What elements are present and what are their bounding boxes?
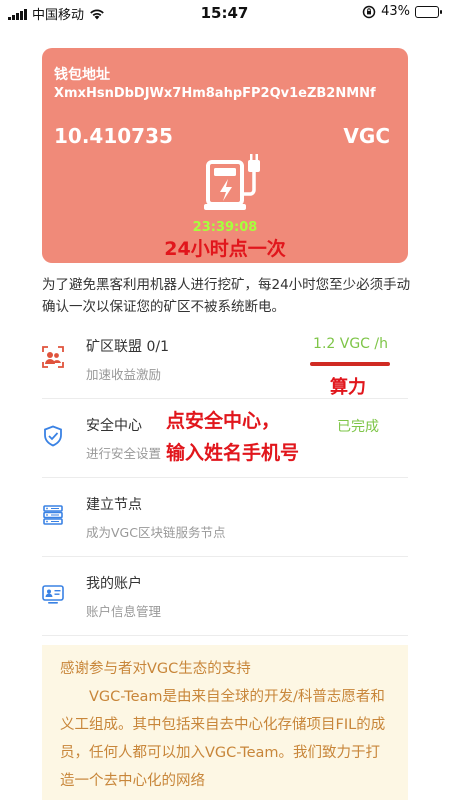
menu-item-title: 安全中心 [86, 418, 142, 434]
menu-item-title: 我的账户 [86, 576, 142, 592]
menu-item-title: 建立节点 [86, 497, 142, 513]
hashrate-value: 1.2 VGC /h [313, 336, 388, 352]
menu-list: 矿区联盟 0/1 加速收益激励 1.2 VGC /h 安全中心 进行安全设置 建… [42, 320, 408, 636]
rotation-lock-icon [362, 5, 376, 18]
info-box: 感谢参与者对VGC生态的支持 VGC-Team是由来自全球的开发/科普志愿者和义… [42, 645, 408, 800]
wallet-address[interactable]: XmxHsnDbDJWx7Hm8ahpFP2Qv1eZB2NMNf [54, 86, 376, 101]
wallet-card: 钱包地址 XmxHsnDbDJWx7Hm8ahpFP2Qv1eZB2NMNf 1… [42, 48, 408, 263]
server-node-icon [43, 505, 63, 525]
annotation-24h: 24小时点一次 [164, 238, 286, 260]
mining-charge-button[interactable] [200, 148, 270, 214]
annotation-security-2: 输入姓名手机号 [166, 442, 300, 464]
menu-item-account[interactable]: 我的账户 账户信息管理 [42, 557, 408, 636]
menu-item-subtitle: 账户信息管理 [86, 604, 162, 619]
mining-description: 为了避免黑客利用机器人进行挖矿，每24小时您至少必须手动确认一次以保证您的矿区不… [42, 277, 411, 315]
shield-icon [44, 425, 62, 447]
menu-item-subtitle: 成为VGC区块链服务节点 [86, 525, 226, 540]
menu-item-subtitle: 加速收益激励 [86, 367, 162, 382]
battery-percent: 43% [381, 4, 410, 19]
account-card-icon [42, 585, 64, 604]
info-body: VGC-Team是由来自全球的开发/科普志愿者和义工组成。其中包括来自去中心化存… [60, 689, 386, 789]
wallet-address-label: 钱包地址 [54, 67, 110, 83]
info-heading: 感谢参与者对VGC生态的支持 [60, 661, 251, 677]
security-status: 已完成 [337, 419, 379, 435]
status-bar: 中国移动 15:47 43% [0, 0, 449, 26]
wallet-unit: VGC [343, 124, 390, 148]
alliance-icon [42, 346, 64, 368]
annotation-security-1: 点安全中心， [166, 410, 281, 432]
battery-icon [415, 5, 442, 18]
wallet-balance: 10.410735 [54, 124, 173, 148]
charging-station-icon [204, 154, 260, 210]
menu-item-title: 矿区联盟 0/1 [86, 339, 169, 355]
annotation-hashrate: 算力 [330, 377, 366, 398]
menu-item-subtitle: 进行安全设置 [86, 446, 162, 461]
countdown-timer: 23:39:08 [192, 220, 258, 235]
menu-item-node[interactable]: 建立节点 成为VGC区块链服务节点 [42, 478, 408, 557]
hashrate-underline [310, 362, 390, 366]
